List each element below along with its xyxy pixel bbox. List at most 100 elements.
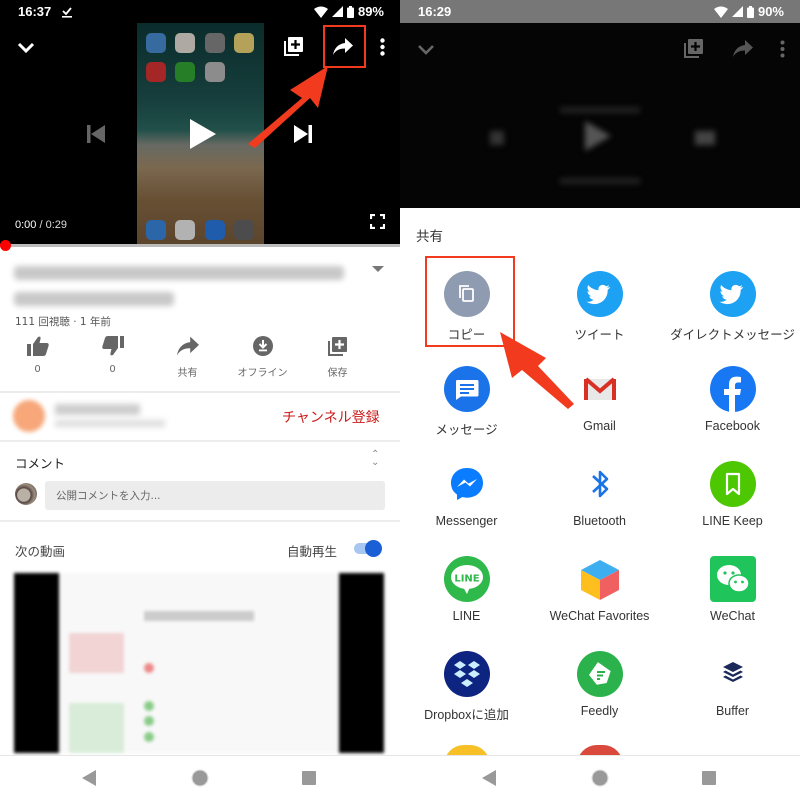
share-target-wechat[interactable]: WeChat [666,556,799,623]
next-video-thumbnail[interactable] [14,573,384,753]
add-to-playlist-icon [684,38,704,62]
share-target-facebook[interactable]: Facebook [666,366,799,433]
share-target-line[interactable]: LINE LINE [400,556,533,623]
video-title-blurred [14,266,344,280]
share-target-buffer[interactable]: Buffer [666,651,799,718]
share-target-label: WeChat [710,609,755,623]
signal-icon [331,6,343,17]
dislike-button[interactable]: 0 [75,336,150,379]
previous-icon[interactable] [87,125,105,147]
wifi-icon [713,6,728,18]
back-icon[interactable] [82,770,96,790]
progress-bar[interactable] [0,244,400,247]
status-time: 16:37 [18,4,52,19]
share-target-twitter-dm[interactable]: ダイレクトメッセージ [666,271,799,343]
right-screen: 16:29 90% 共有 コピーツイートダイレクトメッセージメッセージG [400,0,800,800]
share-target-label: WeChat Favorites [549,609,650,623]
share-target-label: Messenger [435,514,498,528]
share-target-label: Buffer [715,704,750,718]
download-done-icon [61,6,73,18]
recents-icon[interactable] [302,770,316,789]
expand-description-icon[interactable] [372,266,384,272]
home-icon[interactable] [191,769,209,791]
share-target-messenger[interactable]: Messenger [400,461,533,528]
video-player-dimmed [400,23,800,208]
share-icon [733,40,753,61]
system-nav-bar [400,755,800,800]
wechat-favorites-icon [577,556,623,602]
line-icon: LINE [443,556,490,602]
status-time: 16:29 [418,4,452,19]
share-target-label: Gmail [583,419,616,433]
share-target-label: LINE [452,609,481,623]
buffer-icon [710,651,756,697]
recents-icon[interactable] [702,770,716,789]
offline-download-button[interactable]: オフライン [225,336,300,379]
play-icon[interactable] [190,119,216,153]
battery-percent: 90% [757,4,784,19]
autoplay-toggle[interactable] [352,540,382,557]
expand-comments-icon[interactable]: ⌃ ⌄ [371,450,379,468]
action-bar: 0 0 共有 オフライン 保存 [0,336,400,379]
video-title-blurred-line2 [14,292,174,306]
subscribe-button[interactable]: チャンネル登録 [282,407,380,427]
share-target-line-keep[interactable]: LINE Keep [666,461,799,528]
add-to-playlist-icon[interactable] [284,36,304,60]
dropbox-icon [443,651,490,697]
share-target-dropbox[interactable]: Dropboxに追加 [400,651,533,723]
annotation-highlight-copy [425,256,515,347]
divider [0,391,400,393]
share-target-label: ツイート [574,328,625,342]
time-readout: 0:00 / 0:29 [15,219,68,231]
back-icon[interactable] [482,770,496,790]
share-target-label: Dropboxに追加 [424,708,509,722]
share-target-wechat-favorites[interactable]: WeChat Favorites [533,556,666,623]
up-next-heading: 次の動画 [15,544,66,559]
twitter-icon [576,271,623,317]
progress-scrubber[interactable] [0,240,11,251]
collapse-chevron-icon[interactable] [17,39,35,58]
battery-percent: 89% [357,4,384,19]
share-target-messages[interactable]: メッセージ [400,366,533,438]
divider [0,520,400,522]
save-button[interactable]: 保存 [300,336,375,379]
home-icon[interactable] [591,769,609,791]
time-duration: 0:29 [45,219,68,231]
share-target-label: Feedly [580,704,619,718]
share-target-label: メッセージ [435,423,498,437]
more-vert-icon[interactable] [380,38,385,60]
share-button[interactable]: 共有 [150,336,225,379]
share-target-gmail[interactable]: Gmail [533,366,666,433]
share-sheet-title: 共有 [416,229,443,245]
annotation-highlight-share [323,25,366,68]
time-current: 0:00 [15,219,37,231]
fullscreen-icon[interactable] [369,213,386,233]
twitter-icon [709,271,756,317]
line-keep-icon [709,461,756,507]
like-button[interactable]: 0 [0,336,75,379]
play-icon [585,121,615,153]
view-count: 111 回視聴 · 1 年前 [15,316,111,328]
divider [0,440,400,442]
share-target-label: LINE Keep [702,514,763,528]
wifi-icon [313,6,328,18]
feedly-icon [576,651,623,697]
system-nav-bar [0,755,400,800]
share-target-feedly[interactable]: Feedly [533,651,666,718]
facebook-icon [709,366,756,412]
user-avatar [15,483,37,505]
share-target-twitter[interactable]: ツイート [533,271,666,343]
comment-input[interactable]: 公開コメントを入力... [45,481,385,510]
share-target-label: Bluetooth [573,514,626,528]
autoplay-label: 自動再生 [287,544,338,559]
next-icon[interactable] [294,125,312,147]
channel-subscribers-blurred [55,420,165,427]
gmail-icon [577,366,623,412]
channel-avatar[interactable] [13,400,45,432]
share-target-label: Facebook [705,419,760,433]
left-screen: 16:37 89% 0:00 / 0:29 111 回視聴 · 1 年前 0 0… [0,0,400,800]
collapse-chevron-icon [417,41,435,60]
wechat-icon [709,556,756,602]
share-target-bluetooth[interactable]: Bluetooth [533,461,666,528]
battery-icon [746,5,754,18]
